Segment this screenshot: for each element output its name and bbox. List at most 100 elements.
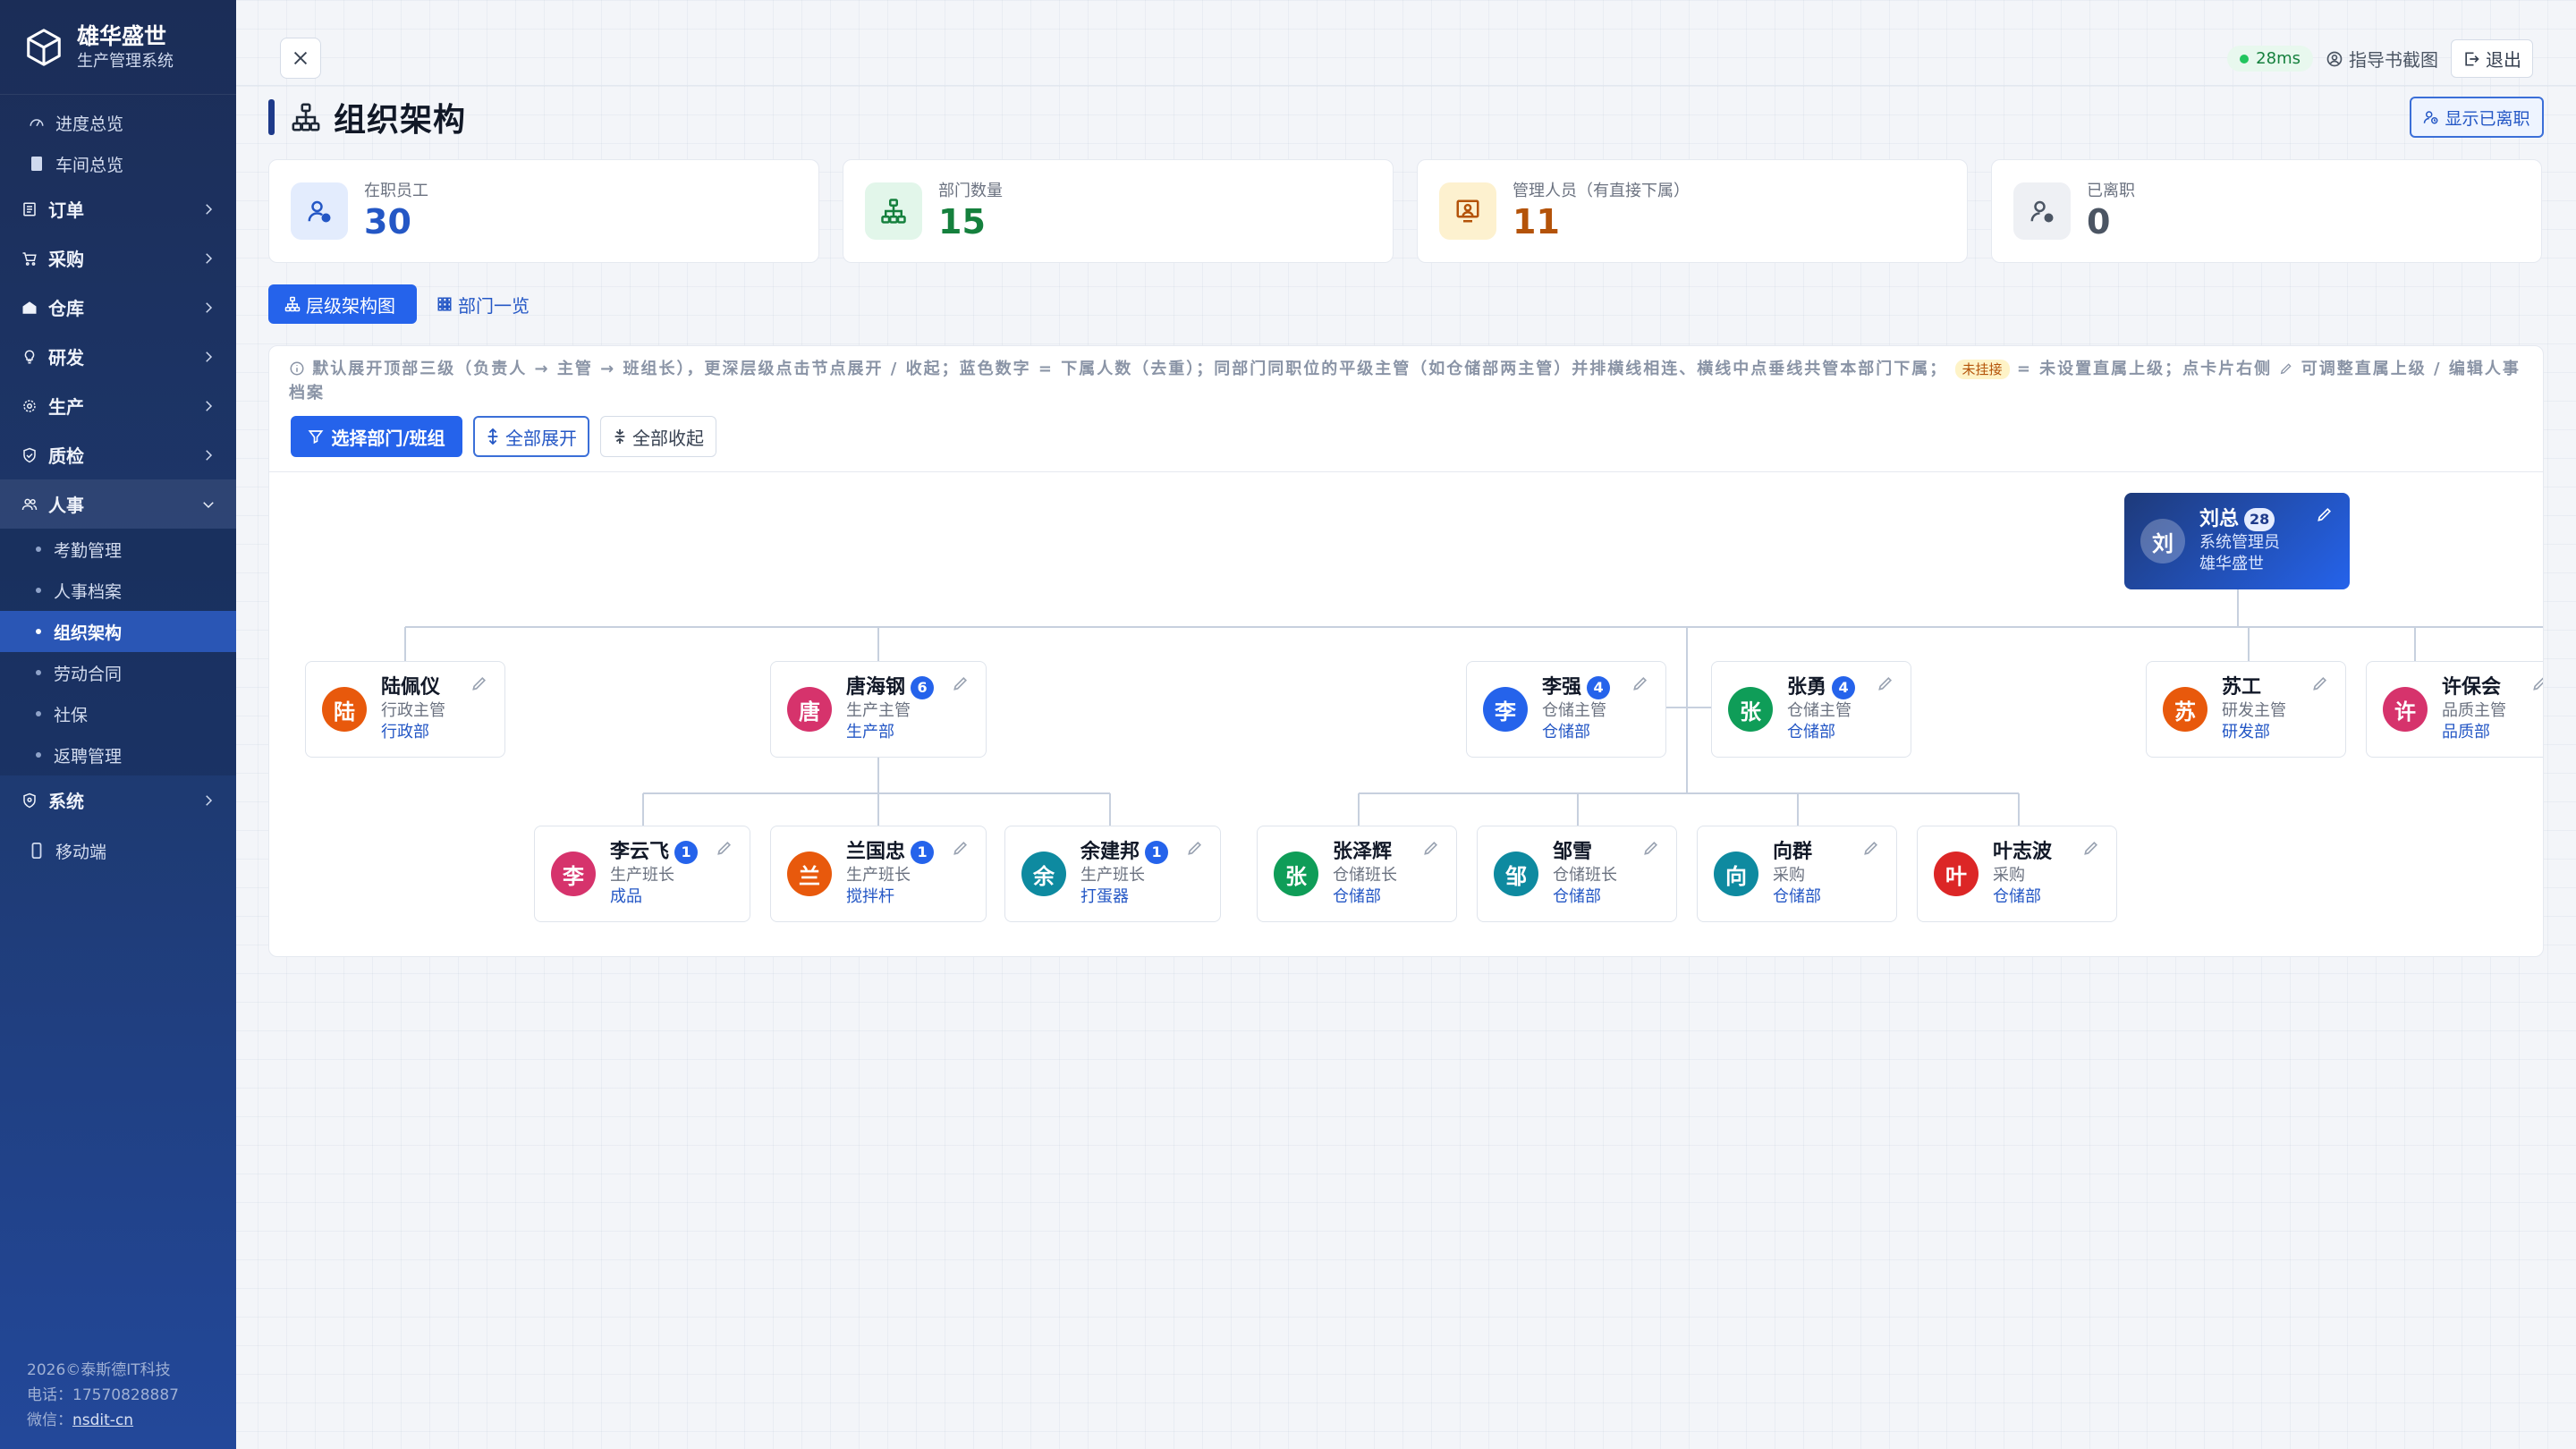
org-node-level2[interactable]: 叶 叶志波 采购 仓储部 <box>1917 826 2117 922</box>
stat-value: 0 <box>2087 202 2111 242</box>
pencil-icon[interactable] <box>1631 674 1649 692</box>
org-node-level1[interactable]: 李 李强 4 仓储主管 仓储部 <box>1466 661 1666 758</box>
list-icon <box>20 199 39 219</box>
node-role: 仓储班长 <box>1333 866 1397 885</box>
org-node-level2[interactable]: 余 余建邦 1 生产班长 打蛋器 <box>1004 826 1221 922</box>
wechat-link[interactable]: nsdit-cn <box>72 1411 133 1429</box>
org-node-level2[interactable]: 李 李云飞 1 生产班长 成品 <box>534 826 750 922</box>
hr-submenu: 考勤管理 人事档案 组织架构 劳动合同 社保 返聘管理 <box>0 529 236 775</box>
avatar: 向 <box>1714 852 1758 896</box>
pencil-icon[interactable] <box>2311 674 2329 692</box>
topbar: 28ms 指导书截图 退出 <box>236 0 2576 86</box>
node-name: 余建邦 <box>1080 841 1140 863</box>
guide-screenshot-link[interactable]: 指导书截图 <box>2326 46 2438 72</box>
logout-icon <box>2465 52 2479 65</box>
stat-card-managers: 管理人员（有直接下属） 11 <box>1417 159 1968 263</box>
node-department: 搅拌杆 <box>846 887 894 906</box>
bullet-icon <box>36 752 41 758</box>
pencil-icon[interactable] <box>1642 839 1660 857</box>
sidebar-item-rehire[interactable]: 返聘管理 <box>0 734 236 775</box>
sidebar-item-label: 订单 <box>48 199 84 221</box>
avatar: 唐 <box>787 687 832 732</box>
avatar: 苏 <box>2163 687 2207 732</box>
sidebar-item-system[interactable]: 系统 <box>0 775 236 825</box>
tab-departments[interactable]: 部门一览 <box>420 284 546 324</box>
pencil-icon[interactable] <box>1862 839 1880 857</box>
sidebar-item-hr[interactable]: 人事 <box>0 479 236 529</box>
node-role: 系统管理员 <box>2199 533 2280 552</box>
tab-label: 部门一览 <box>458 294 530 317</box>
sidebar-item-orders[interactable]: 订单 <box>0 184 236 233</box>
status-dot-icon <box>2240 54 2250 64</box>
bullet-icon <box>36 670 41 675</box>
sidebar-item-purchase[interactable]: 采购 <box>0 233 236 283</box>
org-node-level2[interactable]: 张 张泽辉 仓储班长 仓储部 <box>1257 826 1457 922</box>
sidebar-item-label: 系统 <box>48 791 84 812</box>
org-node-level1[interactable]: 唐 唐海钢 6 生产主管 生产部 <box>770 661 987 758</box>
node-role: 品质主管 <box>2442 701 2506 720</box>
org-node-level1[interactable]: 陆 陆佩仪 行政主管 行政部 <box>305 661 505 758</box>
node-department: 品质部 <box>2442 723 2490 741</box>
sidebar-item-labor-contract[interactable]: 劳动合同 <box>0 652 236 693</box>
users-icon <box>20 495 39 514</box>
bullet-icon <box>36 588 41 593</box>
org-node-level2[interactable]: 兰 兰国忠 1 生产班长 搅拌杆 <box>770 826 987 922</box>
pencil-icon[interactable] <box>2082 839 2100 857</box>
org-node-level2[interactable]: 邹 邹雪 仓储班长 仓储部 <box>1477 826 1677 922</box>
node-role: 生产主管 <box>846 701 911 720</box>
stat-value: 11 <box>1513 202 1560 242</box>
subordinate-count-badge: 28 <box>2244 508 2275 531</box>
sidebar-item-progress[interactable]: 进度总览 <box>0 102 236 143</box>
sidebar-item-social-security[interactable]: 社保 <box>0 693 236 734</box>
sidebar-item-attendance[interactable]: 考勤管理 <box>0 529 236 570</box>
stat-value: 15 <box>938 202 986 242</box>
org-node-level1[interactable]: 许 许保会 品质主管 品质部 <box>2366 661 2544 758</box>
close-button[interactable] <box>280 38 321 79</box>
shield-icon <box>20 445 39 465</box>
sidebar-item-org-structure[interactable]: 组织架构 <box>0 611 236 652</box>
org-node-level2[interactable]: 向 向群 采购 仓储部 <box>1697 826 1897 922</box>
pencil-icon[interactable] <box>952 839 970 857</box>
org-node-level1[interactable]: 张 张勇 4 仓储主管 仓储部 <box>1711 661 1911 758</box>
sidebar-item-rd[interactable]: 研发 <box>0 332 236 381</box>
node-name: 张勇 <box>1787 676 1827 699</box>
pencil-icon[interactable] <box>1186 839 1204 857</box>
subordinate-count-badge: 4 <box>1832 676 1856 699</box>
node-department: 仓储部 <box>1553 887 1601 906</box>
node-role: 仓储主管 <box>1787 701 1852 720</box>
sidebar-item-quality[interactable]: 质检 <box>0 430 236 479</box>
pencil-icon[interactable] <box>716 839 733 857</box>
pencil-icon[interactable] <box>2531 674 2544 692</box>
stat-card-departments: 部门数量 15 <box>843 159 1394 263</box>
node-department: 仓储部 <box>1542 723 1590 741</box>
pencil-icon[interactable] <box>2316 505 2334 523</box>
pencil-icon[interactable] <box>1422 839 1440 857</box>
node-role: 行政主管 <box>381 701 445 720</box>
dashboard-icon <box>27 113 47 132</box>
pencil-icon[interactable] <box>1877 674 1894 692</box>
org-node-root[interactable]: 刘 刘总 28 系统管理员 雄华盛世 <box>2124 493 2350 589</box>
sidebar-item-production[interactable]: 生产 <box>0 381 236 430</box>
brand[interactable]: 雄华盛世 生产管理系统 <box>0 0 236 95</box>
sidebar-item-mobile[interactable]: 移动端 <box>0 830 236 871</box>
avatar: 李 <box>551 852 596 896</box>
node-name: 向群 <box>1773 841 1813 863</box>
pencil-icon[interactable] <box>952 674 970 692</box>
logout-button[interactable]: 退出 <box>2451 39 2533 78</box>
show-resigned-label: 显示已离职 <box>2445 108 2530 129</box>
node-role: 生产班长 <box>846 866 911 885</box>
sidebar-item-label: 人事 <box>48 495 84 516</box>
show-resigned-button[interactable]: 显示已离职 <box>2410 97 2544 138</box>
tab-hierarchy[interactable]: 层级架构图 <box>268 284 417 324</box>
org-node-level1[interactable]: 苏 苏工 研发主管 研发部 <box>2146 661 2346 758</box>
sidebar-item-warehouse[interactable]: 仓库 <box>0 283 236 332</box>
avatar: 刘 <box>2140 519 2185 564</box>
title-accent-bar <box>268 99 275 135</box>
node-department: 成品 <box>610 887 642 906</box>
sidebar-item-personnel-files[interactable]: 人事档案 <box>0 570 236 611</box>
node-role: 采购 <box>1773 866 1805 885</box>
brand-subtitle: 生产管理系统 <box>77 51 174 71</box>
sidebar-item-workshop[interactable]: 车间总览 <box>0 143 236 184</box>
cube-logo-icon <box>27 28 61 66</box>
pencil-icon[interactable] <box>470 674 488 692</box>
